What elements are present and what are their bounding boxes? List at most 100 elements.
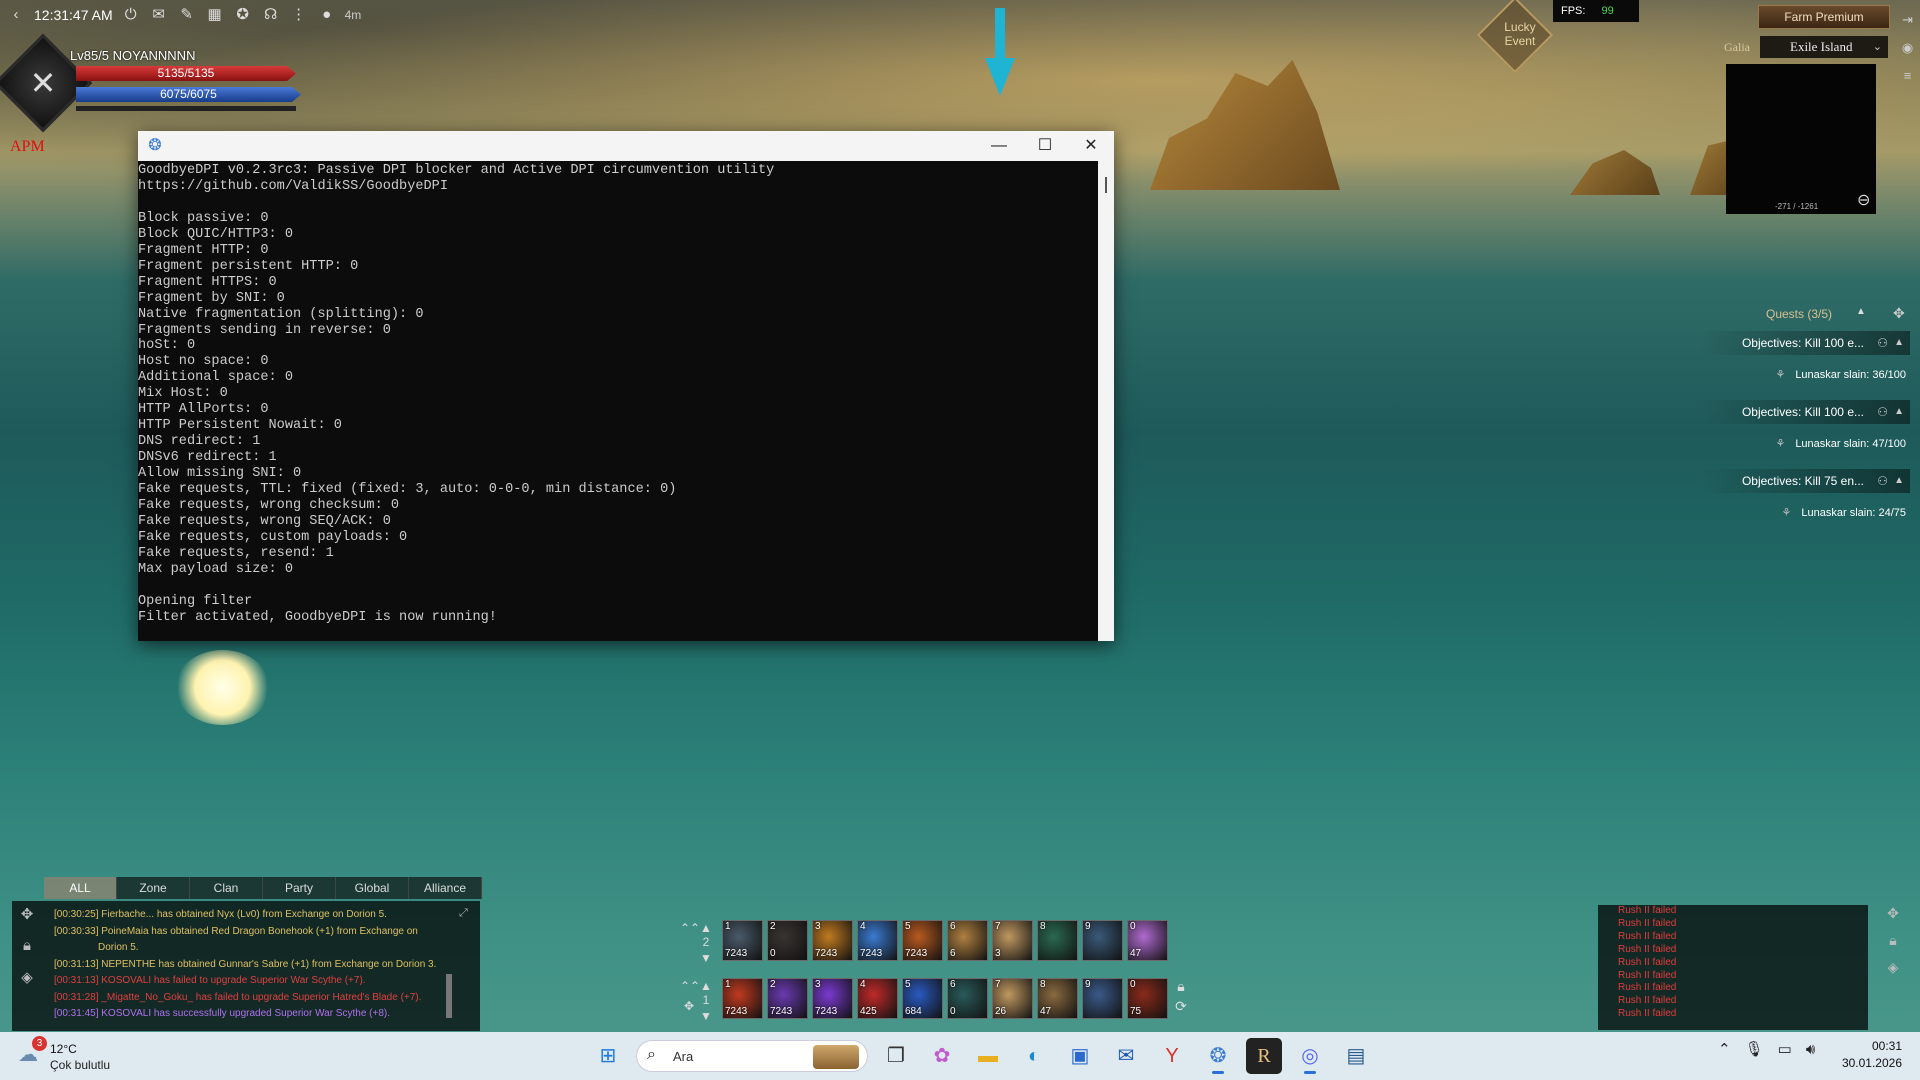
- tab-party[interactable]: Party: [263, 877, 336, 899]
- move-icon[interactable]: ✥: [680, 1000, 698, 1012]
- arrow-right-icon[interactable]: ⇥: [1895, 12, 1920, 28]
- search-input[interactable]: ⌕ Ara: [636, 1040, 868, 1072]
- more-icon[interactable]: ⋮: [289, 6, 309, 24]
- skill-slot[interactable]: 3 7243: [812, 978, 853, 1019]
- skill-slot[interactable]: 0 47: [1127, 920, 1168, 961]
- refresh-icon[interactable]: ⟳: [1172, 999, 1190, 1013]
- close-button[interactable]: ✕: [1068, 131, 1114, 161]
- buff-orb-icon[interactable]: ●: [317, 6, 337, 24]
- console-window[interactable]: ❂ — ☐ ✕ GoodbyeDPI v0.2.3rc3: Passive DP…: [138, 131, 1114, 641]
- skill-slot[interactable]: 20: [767, 920, 808, 961]
- skill-slot[interactable]: 60: [947, 978, 988, 1019]
- microsoft-store-icon[interactable]: ▣: [1062, 1038, 1098, 1074]
- lock-icon[interactable]: 🔒︎: [1882, 932, 1904, 949]
- tab-all[interactable]: ALL: [44, 877, 117, 899]
- move-icon[interactable]: ✥: [12, 905, 42, 923]
- quests-header[interactable]: Quests (3/5): [1766, 307, 1832, 321]
- system-clock[interactable]: 00:31 30.01.2026: [1836, 1038, 1902, 1072]
- lock-icon[interactable]: 🔒︎: [12, 937, 42, 954]
- chevron-up-icon[interactable]: ▲: [1856, 306, 1866, 317]
- skill-slot[interactable]: 7 26: [992, 978, 1033, 1019]
- minimize-button[interactable]: —: [976, 131, 1022, 161]
- quest-objective[interactable]: Objectives: Kill 75 en... ⚇ ▲: [1700, 469, 1910, 493]
- file-explorer-icon[interactable]: ▬: [970, 1038, 1006, 1074]
- lock-icon[interactable]: 🔒︎: [1172, 979, 1190, 993]
- skill-slot[interactable]: 1 7243: [722, 920, 763, 961]
- tab-alliance[interactable]: Alliance: [409, 877, 482, 899]
- calendar-icon[interactable]: ▦: [205, 6, 225, 24]
- skill-slot[interactable]: 5 684: [902, 978, 943, 1019]
- menu-icon[interactable]: ≡: [1895, 68, 1920, 83]
- microphone-icon[interactable]: 🎙︎: [1745, 1040, 1764, 1058]
- chevron-up-icon[interactable]: ▲: [697, 922, 715, 934]
- outlook-icon[interactable]: ✉: [1108, 1038, 1144, 1074]
- skill-hotkey: 7: [995, 979, 1001, 990]
- quill-icon[interactable]: ✎: [177, 6, 197, 24]
- quest-objective[interactable]: Objectives: Kill 100 e... ⚇ ▲: [1700, 331, 1910, 355]
- party-icon[interactable]: ⚇: [1877, 331, 1888, 355]
- page-up-icon[interactable]: ⌃⌃: [680, 922, 700, 934]
- skill-slot[interactable]: 8: [1037, 920, 1078, 961]
- settings-icon[interactable]: ◈: [1882, 959, 1904, 976]
- chevron-left-icon[interactable]: ‹: [6, 6, 26, 24]
- task-view-icon[interactable]: ❐: [878, 1038, 914, 1074]
- tab-clan[interactable]: Clan: [190, 877, 263, 899]
- chat-scrollbar[interactable]: [446, 974, 452, 1018]
- skill-slot[interactable]: 9: [1082, 978, 1123, 1019]
- volume-icon[interactable]: 🔊︎: [1806, 1041, 1815, 1058]
- page-up-icon[interactable]: ⌃⌃: [680, 980, 700, 992]
- skill-slot[interactable]: 0 75: [1127, 978, 1168, 1019]
- console-scrollbar[interactable]: [1098, 161, 1114, 641]
- skill-slot[interactable]: 73: [992, 920, 1033, 961]
- mail-icon[interactable]: ✉: [149, 6, 169, 24]
- move-icon[interactable]: ✥: [1882, 905, 1904, 922]
- chevron-down-icon[interactable]: ▼: [697, 1010, 715, 1022]
- network-icon[interactable]: ▭: [1778, 1040, 1792, 1058]
- zone-select[interactable]: Exile Island ⌄: [1760, 36, 1888, 58]
- party-icon[interactable]: ⚇: [1877, 469, 1888, 493]
- skill-slot[interactable]: 8 47: [1037, 978, 1078, 1019]
- zoom-out-icon[interactable]: ⊖: [1857, 190, 1870, 210]
- minimap[interactable]: [1726, 64, 1876, 214]
- yandex-browser-icon[interactable]: Y: [1154, 1038, 1190, 1074]
- window-titlebar[interactable]: ❂ — ☐ ✕: [138, 131, 1114, 161]
- chevron-up-icon[interactable]: ▲: [697, 980, 715, 992]
- eye-icon[interactable]: ◉: [1895, 40, 1920, 56]
- combat-log[interactable]: Rush II failed Rush II failed Rush II fail…: [1598, 905, 1868, 1030]
- quest-objective[interactable]: Objectives: Kill 100 e... ⚇ ▲: [1700, 400, 1910, 424]
- chat-messages[interactable]: [00:30:25] Fierbache... has obtained Nyx…: [54, 907, 444, 1023]
- party-icon[interactable]: ⚇: [1877, 400, 1888, 424]
- game-launcher-icon[interactable]: R: [1246, 1038, 1282, 1074]
- settings-icon[interactable]: ◈: [12, 968, 42, 986]
- console-output[interactable]: GoodbyeDPI v0.2.3rc3: Passive DPI blocke…: [138, 161, 1114, 626]
- skill-slot[interactable]: 5 7243: [902, 920, 943, 961]
- power-icon[interactable]: ⏻: [121, 6, 141, 24]
- headset-icon[interactable]: ☊: [261, 6, 281, 24]
- skill-slot[interactable]: 1 7243: [722, 978, 763, 1019]
- chevron-down-icon[interactable]: ▼: [697, 952, 715, 964]
- maximize-button[interactable]: ☐: [1022, 131, 1068, 161]
- tab-zone[interactable]: Zone: [117, 877, 190, 899]
- skill-slot[interactable]: 3 7243: [812, 920, 853, 961]
- skill-slot[interactable]: 4 7243: [857, 920, 898, 961]
- scrollbar-thumb[interactable]: [1105, 177, 1107, 193]
- chevron-up-icon[interactable]: ▲: [1894, 331, 1904, 355]
- farm-premium-button[interactable]: Farm Premium: [1758, 5, 1890, 29]
- skill-slot[interactable]: 2 7243: [767, 978, 808, 1019]
- copilot-icon[interactable]: ✿: [924, 1038, 960, 1074]
- skill-slot[interactable]: 66: [947, 920, 988, 961]
- discord-icon[interactable]: ◎: [1292, 1038, 1328, 1074]
- skill-slot[interactable]: 4 425: [857, 978, 898, 1019]
- chevron-up-icon[interactable]: ⌃: [1718, 1040, 1731, 1058]
- move-icon[interactable]: ✥: [1893, 305, 1905, 322]
- skill-slot[interactable]: 9: [1082, 920, 1123, 961]
- windows-start-icon[interactable]: ⊞: [590, 1038, 626, 1074]
- tab-global[interactable]: Global: [336, 877, 409, 899]
- chevron-up-icon[interactable]: ▲: [1894, 400, 1904, 424]
- guild-icon[interactable]: ✪: [233, 6, 253, 24]
- chevron-up-icon[interactable]: ▲: [1894, 469, 1904, 493]
- edge-browser-icon[interactable]: ◐: [1016, 1038, 1052, 1074]
- expand-icon[interactable]: ⤢: [459, 907, 468, 920]
- calculator-icon[interactable]: ▤: [1338, 1038, 1374, 1074]
- goodbyedpi-taskbar-icon[interactable]: ❂: [1200, 1038, 1236, 1074]
